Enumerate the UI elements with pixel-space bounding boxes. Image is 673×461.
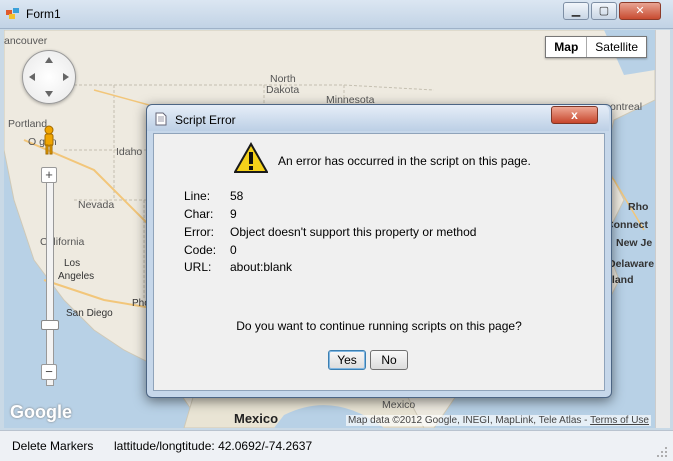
close-icon: ✕	[635, 5, 645, 17]
char-label: Char:	[184, 207, 214, 221]
map-label-san-diego: San Diego	[66, 308, 113, 319]
form-close-button[interactable]: ✕	[619, 2, 661, 20]
zoom-in-button[interactable]: +	[41, 167, 57, 183]
map-attribution: Map data ©2012 Google, INEGI, MapLink, T…	[345, 415, 651, 426]
maximize-icon: ▢	[598, 5, 610, 17]
zoom-slider-track[interactable]	[46, 182, 54, 386]
dialog-titlebar: Script Error x	[147, 105, 609, 131]
zoom-slider-handle[interactable]	[41, 320, 59, 330]
resize-grip-icon[interactable]	[655, 445, 669, 459]
line-value: 58	[230, 189, 244, 203]
code-label: Code:	[184, 243, 217, 257]
map-label-los-angeles-2: Angeles	[58, 271, 94, 282]
delete-markers-button[interactable]: Delete Markers	[12, 439, 93, 453]
map-label-north-dakota-2: Dakota	[266, 84, 299, 96]
statusbar: Delete Markers lattitude/longtitude: 42.…	[0, 430, 673, 461]
url-label: URL:	[184, 260, 212, 274]
map-label-mexico-small: Mexico	[382, 399, 415, 411]
map-label-rho: Rho	[628, 201, 648, 213]
error-label: Error:	[184, 225, 214, 239]
google-logo: Google	[10, 402, 72, 422]
dialog-title: Script Error	[175, 113, 236, 127]
map-label-vancouver: ancouver	[4, 35, 48, 47]
map-label-nevada: Nevada	[78, 199, 114, 211]
minimize-button[interactable]: ▁	[563, 2, 589, 20]
coords-readout: lattitude/longtitude: 42.0692/-74.2637	[114, 439, 313, 453]
char-value: 9	[230, 207, 237, 221]
script-error-dialog: Script Error x An error has occurred in …	[146, 104, 612, 398]
line-label: Line:	[184, 189, 211, 203]
map-label-los-angeles-1: Los	[64, 258, 80, 269]
yes-button[interactable]: Yes	[328, 350, 366, 370]
vertical-scrollbar[interactable]	[655, 30, 670, 428]
code-value: 0	[230, 243, 237, 257]
close-icon: x	[571, 108, 578, 122]
document-icon	[155, 112, 167, 126]
map-label-connect: Connect	[606, 219, 649, 231]
url-value: about:blank	[230, 260, 293, 274]
zoom-out-button[interactable]: −	[41, 364, 57, 380]
map-label-new-je: New Je	[616, 237, 652, 249]
dialog-close-button[interactable]: x	[551, 106, 598, 124]
maximize-button[interactable]: ▢	[591, 2, 617, 20]
pan-control[interactable]	[22, 50, 76, 104]
map-type-map-button[interactable]: Map	[546, 37, 588, 57]
map-label-montreal: ontreal	[610, 101, 642, 113]
map-type-satellite-button[interactable]: Satellite	[587, 37, 646, 57]
pegman-icon[interactable]	[42, 125, 56, 155]
continue-question: Do you want to continue running scripts …	[236, 319, 522, 333]
form-titlebar: Form1 ▁ ▢ ✕	[0, 0, 673, 29]
map-label-mexico: Mexico	[234, 411, 278, 426]
map-type-control: Map Satellite	[545, 36, 647, 58]
attribution-text: Map data ©2012 Google, INEGI, MapLink, T…	[347, 415, 591, 426]
form-app-icon	[6, 8, 19, 19]
terms-of-use-link[interactable]: Terms of Use	[590, 415, 649, 426]
form-title: Form1	[26, 7, 61, 21]
minimize-icon: ▁	[571, 5, 581, 17]
warning-icon	[234, 142, 268, 173]
no-button[interactable]: No	[370, 350, 408, 370]
error-value: Object doesn't support this property or …	[230, 225, 477, 239]
map-label-idaho: Idaho	[116, 146, 142, 158]
error-message: An error has occurred in the script on t…	[278, 154, 531, 168]
map-label-delaware: Delaware	[608, 258, 654, 270]
pan-arrows-icon	[29, 57, 69, 97]
dialog-body: An error has occurred in the script on t…	[153, 133, 605, 391]
